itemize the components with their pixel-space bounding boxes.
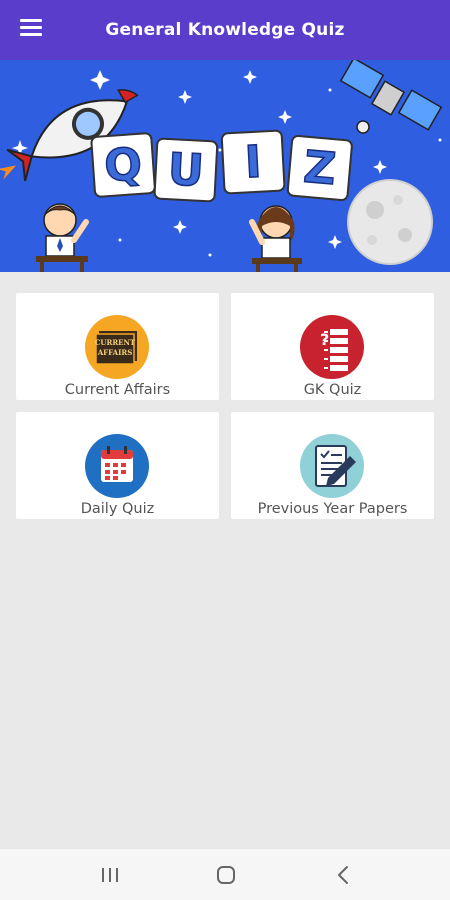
quiz-banner: Q U I Z — [0, 57, 450, 274]
card-label: Current Affairs — [64, 382, 171, 398]
quiz-checklist-icon: ? — [300, 315, 364, 379]
moon-icon — [347, 179, 433, 265]
current-affairs-icon: CURRENT AFFAIRS — [85, 315, 149, 379]
card-label: Daily Quiz — [80, 501, 155, 517]
card-label: GK Quiz — [303, 382, 362, 398]
tile-letter: U — [167, 144, 205, 197]
back-icon[interactable] — [330, 861, 358, 889]
card-label: Previous Year Papers — [257, 501, 408, 517]
tile-letter: Z — [302, 142, 338, 196]
calendar-icon — [85, 434, 149, 498]
home-icon[interactable] — [212, 861, 240, 889]
recents-icon[interactable] — [96, 861, 124, 889]
tile-letter: I — [244, 137, 263, 189]
app-bar: General Knowledge Quiz — [0, 0, 450, 60]
current-affairs-card[interactable]: CURRENT AFFAIRS Current Affairs — [16, 293, 219, 400]
icon-text-affairs: AFFAIRS — [97, 348, 133, 357]
system-nav-bar — [0, 849, 450, 900]
tile-letter: Q — [103, 139, 144, 192]
daily-quiz-card[interactable]: Daily Quiz — [16, 412, 219, 519]
gk-quiz-card[interactable]: ? GK Quiz — [231, 293, 434, 400]
icon-text-current: CURRENT — [95, 338, 136, 347]
papers-pen-icon — [300, 434, 364, 498]
previous-year-papers-card[interactable]: Previous Year Papers — [231, 412, 434, 519]
app-title: General Knowledge Quiz — [105, 20, 345, 40]
